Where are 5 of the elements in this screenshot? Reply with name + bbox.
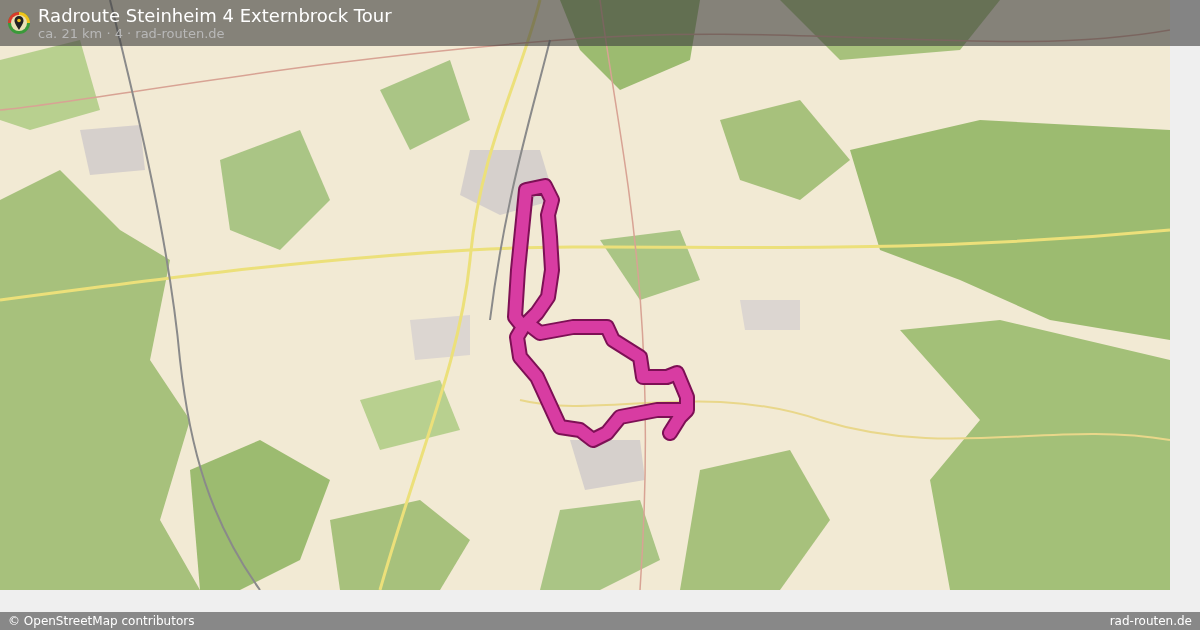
site-name: rad-routen.de [1109, 614, 1192, 628]
route-title: Radroute Steinheim 4 Externbrock Tour [38, 5, 392, 26]
map-pin-icon [8, 12, 30, 34]
attribution-text: © OpenStreetMap contributors [8, 614, 195, 628]
route-subtitle: ca. 21 km · 4 · rad-routen.de [38, 25, 226, 41]
